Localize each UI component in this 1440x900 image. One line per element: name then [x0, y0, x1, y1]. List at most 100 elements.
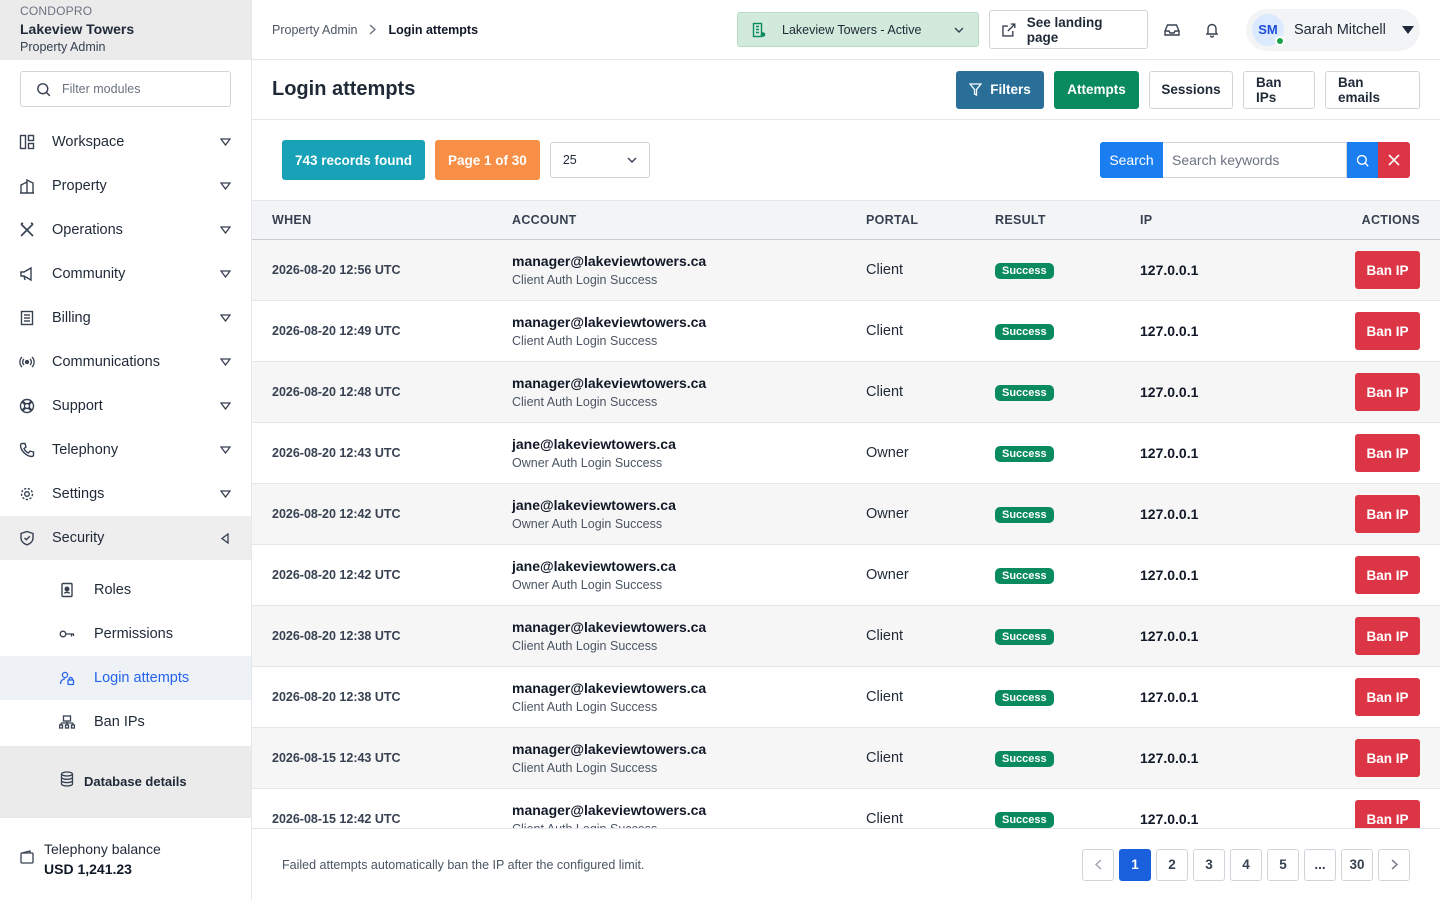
- pagination-page-button[interactable]: 3: [1193, 848, 1225, 881]
- search-submit-button[interactable]: [1347, 142, 1378, 178]
- ban-emails-button[interactable]: Ban emails: [1325, 70, 1420, 109]
- database-details-link[interactable]: Database details: [0, 746, 251, 817]
- sidebar-subitem-login-attempts[interactable]: Login attempts: [0, 656, 251, 700]
- cell-portal: Client: [866, 384, 904, 400]
- sidebar-subitem-roles[interactable]: Roles: [0, 568, 251, 612]
- user-menu[interactable]: SM Sarah Mitchell: [1246, 8, 1420, 51]
- cell-when: 2026-08-20 12:42 UTC: [272, 568, 401, 582]
- lifebuoy-icon: [18, 397, 36, 415]
- pagination: 1 2 3 4 5... 30: [1082, 848, 1410, 881]
- top-bar: Property Admin Login attempts Lakeview T…: [252, 0, 1440, 60]
- pagination-page-button[interactable]: 2: [1156, 848, 1188, 881]
- pagination-page-button[interactable]: 30: [1341, 848, 1373, 881]
- pagination-next-button[interactable]: [1378, 848, 1410, 881]
- sidebar-item-community[interactable]: Community: [0, 252, 251, 296]
- notifications-button[interactable]: [1192, 10, 1232, 50]
- ban-ip-button[interactable]: Ban IP: [1355, 556, 1420, 594]
- cell-account: jane@lakeviewtowers.ca Owner Auth Login S…: [512, 435, 866, 472]
- status-badge: Success: [995, 568, 1054, 584]
- search-input[interactable]: Search keywords: [1163, 142, 1347, 178]
- ban-ip-button[interactable]: Ban IP: [1355, 373, 1420, 411]
- sidebar-subitem-ban-ips[interactable]: Ban IPs: [0, 700, 251, 744]
- sidebar-item-label: Support: [52, 398, 103, 414]
- cell-portal: Client: [866, 628, 904, 644]
- col-header-when: WHEN: [272, 213, 312, 227]
- pagination-page-button[interactable]: 4: [1230, 848, 1262, 881]
- ban-ip-button[interactable]: Ban IP: [1355, 617, 1420, 655]
- cell-result: Success: [995, 566, 1140, 584]
- cell-actions: Ban IP: [1280, 800, 1440, 828]
- sidebar-item-settings[interactable]: Settings: [0, 472, 251, 516]
- page-title: Login attempts: [272, 78, 416, 100]
- status-badge: Success: [995, 751, 1054, 767]
- cell-when: 2026-08-20 12:49 UTC: [272, 324, 401, 338]
- chevron-down-icon: [219, 357, 231, 367]
- col-header-account: ACCOUNT: [512, 213, 577, 227]
- external-link-icon: [1002, 22, 1016, 37]
- cell-when: 2026-08-20 12:38 UTC: [272, 629, 401, 643]
- account-email: manager@lakeviewtowers.ca: [512, 374, 707, 391]
- cell-actions: Ban IP: [1280, 373, 1440, 411]
- table-footer: Failed attempts automatically ban the IP…: [252, 828, 1440, 900]
- ban-ip-button[interactable]: Ban IP: [1355, 739, 1420, 777]
- sidebar: CONDOPRO Lakeview Towers Property Admin …: [0, 0, 252, 900]
- sidebar-item-billing[interactable]: Billing: [0, 296, 251, 340]
- pagination-page-button[interactable]: 1: [1119, 848, 1151, 881]
- chevron-down-icon: [627, 157, 637, 163]
- property-select-value: Lakeview Towers - Active: [782, 22, 922, 37]
- sidebar-subitem-permissions[interactable]: Permissions: [0, 612, 251, 656]
- sidebar-item-label: Communications: [52, 354, 160, 370]
- ban-ip-button[interactable]: Ban IP: [1355, 678, 1420, 716]
- cell-ip: 127.0.0.1: [1140, 567, 1199, 583]
- per-page-select[interactable]: 25: [549, 142, 650, 178]
- filter-modules-input[interactable]: Filter modules: [20, 71, 231, 107]
- table-row: 2026-08-20 12:42 UTC jane@lakeviewtowers.…: [252, 545, 1440, 606]
- cell-portal: Client: [866, 750, 904, 766]
- workspace-icon: [18, 133, 36, 151]
- filter-icon: [969, 83, 983, 96]
- filters-button[interactable]: Filters: [956, 70, 1044, 109]
- sidebar-item-workspace[interactable]: Workspace: [0, 120, 251, 164]
- property-name: Lakeview Towers: [20, 21, 135, 37]
- ban-ip-button[interactable]: Ban IP: [1355, 312, 1420, 350]
- cell-ip: 127.0.0.1: [1140, 506, 1199, 522]
- search-clear-button[interactable]: [1378, 142, 1410, 178]
- see-landing-page-button[interactable]: See landing page: [989, 10, 1148, 49]
- user-lock-icon: [58, 669, 76, 687]
- sidebar-item-operations[interactable]: Operations: [0, 208, 251, 252]
- cell-ip: 127.0.0.1: [1140, 628, 1199, 644]
- inbox-button[interactable]: [1152, 10, 1192, 50]
- ban-ips-button[interactable]: Ban IPs: [1243, 70, 1315, 109]
- sidebar-item-security[interactable]: Security: [0, 516, 251, 560]
- table-row: 2026-08-15 12:42 UTC manager@lakeviewtowe…: [252, 789, 1440, 828]
- status-badge: Success: [995, 690, 1054, 706]
- ban-ip-button[interactable]: Ban IP: [1355, 495, 1420, 533]
- account-email: manager@lakeviewtowers.ca: [512, 679, 707, 696]
- sidebar-item-communications[interactable]: Communications: [0, 340, 251, 384]
- cell-actions: Ban IP: [1280, 495, 1440, 533]
- invoice-icon: [18, 309, 36, 327]
- account-event: Owner Auth Login Success: [512, 577, 663, 592]
- pagination-prev-button[interactable]: [1082, 848, 1114, 881]
- ban-ip-button[interactable]: Ban IP: [1355, 434, 1420, 472]
- cell-result: Success: [995, 627, 1140, 645]
- status-badge: Success: [995, 324, 1054, 340]
- role-label: Property Admin: [20, 40, 106, 54]
- ban-ip-button[interactable]: Ban IP: [1355, 800, 1420, 828]
- inbox-icon: [1164, 23, 1180, 36]
- pagination-page-button[interactable]: 5: [1267, 848, 1299, 881]
- chevron-right-icon: [370, 24, 377, 35]
- property-select[interactable]: Lakeview Towers - Active: [737, 12, 979, 47]
- sidebar-item-property[interactable]: Property: [0, 164, 251, 208]
- filter-placeholder: Filter modules: [62, 82, 141, 96]
- sidebar-item-support[interactable]: Support: [0, 384, 251, 428]
- sessions-button[interactable]: Sessions: [1149, 70, 1233, 109]
- sidebar-item-label: Billing: [52, 310, 91, 326]
- cell-result: Success: [995, 444, 1140, 462]
- ban-ip-button[interactable]: Ban IP: [1355, 251, 1420, 289]
- cell-portal: Client: [866, 262, 904, 278]
- breadcrumb-parent[interactable]: Property Admin: [272, 23, 357, 37]
- attempts-button[interactable]: Attempts: [1054, 70, 1139, 109]
- id-badge-icon: [58, 581, 76, 599]
- sidebar-item-telephony[interactable]: Telephony: [0, 428, 251, 472]
